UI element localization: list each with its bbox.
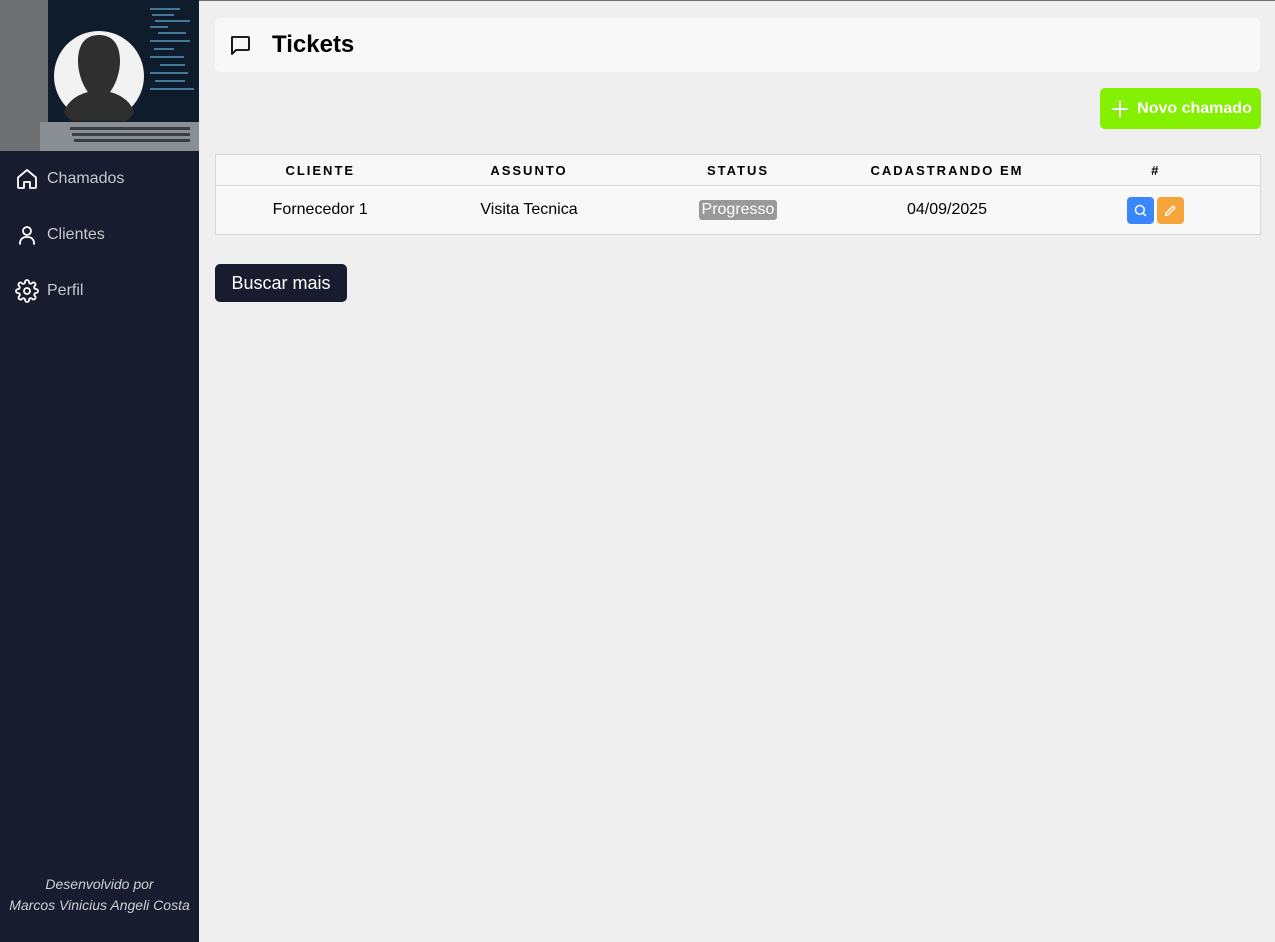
tickets-table: CLIENTE ASSUNTO STATUS CADASTRANDO EM # … — [215, 154, 1261, 235]
cell-date: 04/09/2025 — [906, 201, 988, 218]
cell-actions — [1052, 186, 1261, 235]
cell-cliente: Fornecedor 1 — [272, 201, 368, 218]
sidebar-item-chamados[interactable]: Chamados — [0, 151, 199, 207]
avatar — [54, 31, 144, 121]
column-header-actions: # — [1051, 154, 1261, 186]
sidebar-item-label: Chamados — [47, 170, 125, 187]
sidebar-nav: Chamados Clientes Perfil — [0, 151, 199, 319]
new-ticket-label: Novo chamado — [1137, 99, 1252, 117]
status-badge: Progresso — [698, 200, 778, 220]
column-header-cliente: CLIENTE — [215, 154, 425, 186]
column-header-assunto: ASSUNTO — [424, 154, 634, 186]
gear-icon — [15, 279, 39, 303]
load-more-button[interactable]: Buscar mais — [215, 264, 347, 302]
page-title: Tickets — [272, 31, 355, 58]
user-icon — [19, 226, 35, 245]
sidebar: Chamados Clientes Perfil Desenvolvido po… — [0, 0, 199, 942]
cell-status: Progresso — [634, 186, 843, 235]
pencil-icon — [1165, 204, 1176, 216]
footer-author: Marcos Vinicius Angeli Costa — [9, 897, 190, 913]
new-ticket-button[interactable]: Novo chamado — [1100, 88, 1261, 129]
sidebar-item-label: Clientes — [47, 226, 105, 243]
sidebar-item-label: Perfil — [47, 282, 84, 299]
plus-icon — [1111, 100, 1129, 117]
table-row: Fornecedor 1 Visita Tecnica Progresso 04… — [216, 186, 1261, 235]
sidebar-item-clientes[interactable]: Clientes — [0, 207, 199, 263]
main-content: Tickets Novo chamado CLIENTE ASSUNTO STA… — [199, 0, 1275, 942]
view-ticket-button[interactable] — [1127, 196, 1155, 224]
sidebar-item-perfil[interactable]: Perfil — [0, 263, 199, 319]
message-icon — [231, 36, 250, 55]
home-icon — [17, 169, 37, 189]
edit-ticket-button[interactable] — [1157, 196, 1185, 224]
sidebar-footer: Desenvolvido por Marcos Vinicius Angeli … — [0, 874, 199, 916]
column-header-cadastrando: CADASTRANDO EM — [842, 154, 1052, 186]
table-header-row: CLIENTE ASSUNTO STATUS CADASTRANDO EM # — [215, 154, 1261, 186]
column-header-status: STATUS — [633, 154, 843, 186]
footer-credit-line: Desenvolvido por — [45, 876, 154, 892]
search-icon — [1135, 204, 1147, 216]
page-header: Tickets — [215, 18, 1260, 72]
cell-assunto: Visita Tecnica — [480, 201, 578, 218]
